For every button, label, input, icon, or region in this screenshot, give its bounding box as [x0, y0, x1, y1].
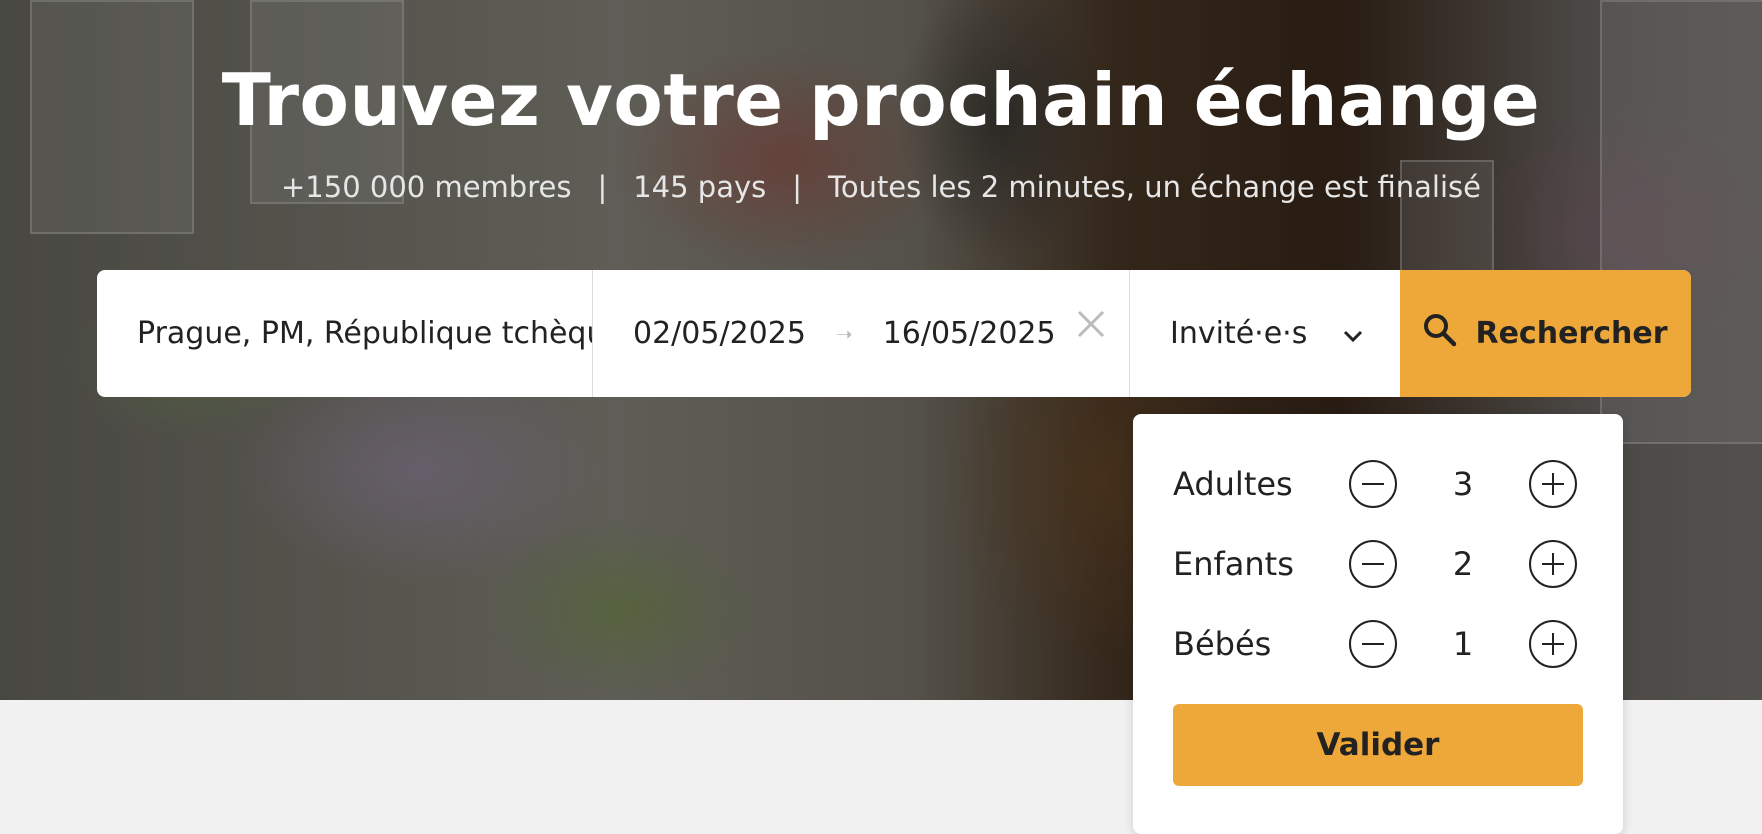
stats-separator: |: [597, 170, 608, 204]
close-icon[interactable]: [1075, 308, 1107, 340]
guest-label: Bébés: [1173, 625, 1272, 663]
validate-button[interactable]: Valider: [1173, 704, 1583, 786]
guest-count: 1: [1452, 625, 1474, 663]
minus-circle-icon[interactable]: [1349, 540, 1397, 588]
guests-dropdown: Adultes 3 Enfants 2 Bébés 1 Valider: [1133, 414, 1623, 834]
minus-circle-icon[interactable]: [1349, 460, 1397, 508]
chevron-down-icon: [1342, 316, 1364, 351]
guest-label: Enfants: [1173, 545, 1294, 583]
date-start[interactable]: 02/05/2025: [633, 316, 806, 351]
guest-row-babies: Bébés 1: [1173, 614, 1583, 674]
guest-row-children: Enfants 2: [1173, 534, 1583, 594]
stat-frequency: Toutes les 2 minutes, un échange est fin…: [828, 170, 1481, 204]
guests-select[interactable]: Invité·e·s: [1130, 270, 1400, 397]
guest-row-adults: Adultes 3: [1173, 454, 1583, 514]
guest-count: 3: [1452, 465, 1474, 503]
search-button[interactable]: Rechercher: [1400, 270, 1691, 397]
destination-field[interactable]: Prague, PM, République tchèque: [97, 270, 593, 397]
guests-label: Invité·e·s: [1170, 316, 1308, 351]
plus-circle-icon[interactable]: [1529, 460, 1577, 508]
date-range-field[interactable]: 02/05/2025 ➝ 16/05/2025: [593, 270, 1130, 397]
plus-circle-icon[interactable]: [1529, 620, 1577, 668]
guest-label: Adultes: [1173, 465, 1293, 503]
search-icon: [1423, 313, 1457, 355]
stats-line: +150 000 membres | 145 pays | Toutes les 2 m…: [0, 170, 1762, 204]
stat-members: +150 000 membres: [281, 170, 572, 204]
minus-circle-icon[interactable]: [1349, 620, 1397, 668]
search-button-label: Rechercher: [1475, 316, 1668, 351]
stats-separator: |: [792, 170, 803, 204]
arrow-right-icon: ➝: [835, 321, 853, 346]
stat-countries: 145 pays: [633, 170, 767, 204]
plus-circle-icon[interactable]: [1529, 540, 1577, 588]
page-title: Trouvez votre prochain échange: [221, 58, 1541, 142]
guest-count: 2: [1452, 545, 1474, 583]
search-bar: Prague, PM, République tchèque 02/05/202…: [97, 270, 1691, 397]
destination-value: Prague, PM, République tchèque: [137, 316, 593, 351]
date-end[interactable]: 16/05/2025: [883, 316, 1056, 351]
